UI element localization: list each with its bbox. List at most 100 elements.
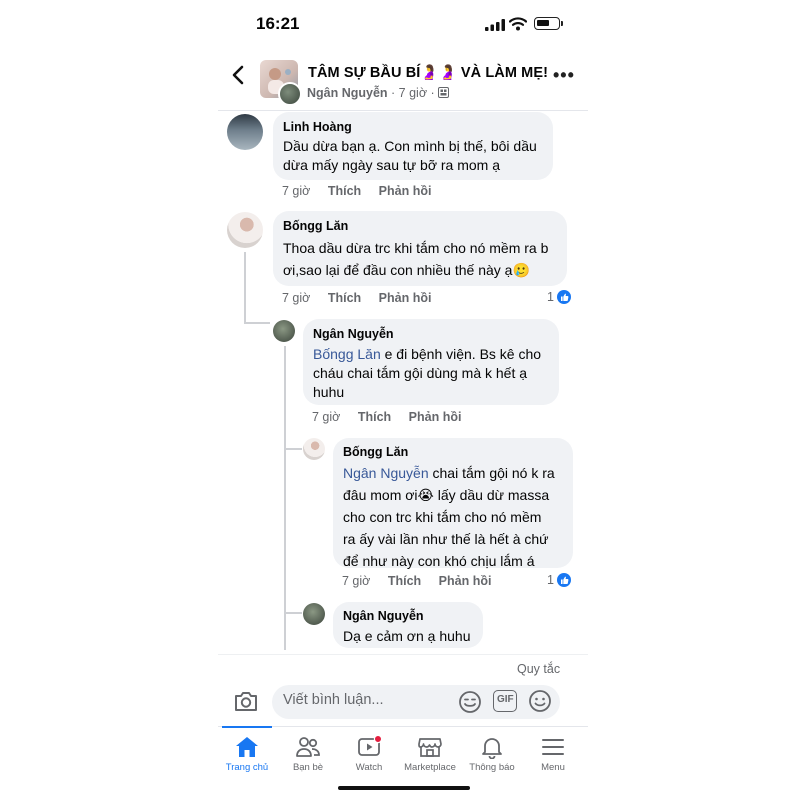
group-title[interactable]: TÂM SỰ BẦU BÍ🤰🤰 VÀ LÀM MẸ! [308,64,548,81]
sticker-icon[interactable] [458,690,482,714]
author-avatar[interactable] [278,82,302,106]
thread-line [284,346,286,650]
rules-link[interactable]: Quy tắc [517,662,560,676]
reply-button[interactable]: Phản hồi [439,574,492,588]
battery-tip [561,21,563,26]
reaction-count[interactable]: 1 [547,290,571,304]
commenter-avatar[interactable] [303,603,325,625]
friends-icon [296,737,320,757]
comment-line: Ngân Nguyễn chai tắm gội nó k ra [343,462,555,484]
wifi-icon [509,17,527,31]
reaction-number: 1 [547,290,554,304]
mention-link[interactable]: Bốngg Lăn [313,346,381,362]
commenter-name[interactable]: Ngân Nguyễn [313,327,394,341]
active-tab-indicator [222,726,272,728]
comment-line: Bốngg Lăn e đi bệnh viện. Bs kê cho [313,345,541,364]
gif-button[interactable]: GIF [493,690,517,712]
mention-link[interactable]: Ngân Nguyễn [343,465,429,481]
commenter-avatar[interactable] [227,114,263,150]
menu-icon [542,739,564,755]
like-button[interactable]: Thích [328,184,361,198]
bell-icon [482,738,502,760]
comment-line: ơi,sao lại để đầu con nhiều thế này ạ🥲 [283,262,530,278]
commenter-name[interactable]: Bốngg Lăn [343,445,408,459]
tab-marketplace[interactable]: Marketplace [397,735,463,773]
reply-button[interactable]: Phản hồi [379,291,432,305]
comment-text: Dầu dừa bạn ạ. Con mình bị thế, bôi dầu … [283,137,537,175]
comment-line: Thoa dầu dừa trc khi tắm cho nó mềm ra b [283,240,549,256]
tab-label: Bạn bè [292,762,324,773]
tab-label: Thông báo [469,762,515,773]
like-reaction-icon [556,290,571,304]
tab-label: Trang chủ [225,762,269,773]
like-button[interactable]: Thích [388,574,421,588]
commenter-name[interactable]: Linh Hoàng [283,120,352,134]
tab-home[interactable]: Trang chủ [214,735,280,773]
comment-time: 7 giờ [282,184,311,198]
comment-line-text: e đi bệnh viện. Bs kê cho [380,346,542,362]
marketplace-icon [418,738,442,757]
tab-label: Menu [541,762,565,773]
more-options-icon[interactable]: ••• [553,65,575,86]
comment-meta: 7 giờ Thích Phản hồi [282,291,431,305]
comment-meta: 7 giờ Thích Phản hồi [342,574,491,588]
comment-line: dừa mấy ngày sau tự bỡ ra mom ạ [283,157,501,173]
like-button[interactable]: Thích [328,291,361,305]
thread-line [244,252,246,324]
comment-meta: 7 giờ Thích Phản hồi [312,410,461,424]
comment-placeholder[interactable]: Viết bình luận... [283,692,384,708]
group-privacy-icon [438,87,450,98]
reaction-number: 1 [547,573,554,587]
post-subtitle: Ngân Nguyễn · 7 giờ · [307,86,450,100]
comment-time: 7 giờ [312,410,341,424]
comment-line: huhu [313,384,345,400]
comment-text: Thoa dầu dừa trc khi tắm cho nó mềm ra b… [283,237,548,281]
tab-notifications[interactable]: Thông báo [459,735,525,773]
thread-line [284,448,302,450]
comment-time: 7 giờ [282,291,311,305]
emoji-icon[interactable] [528,689,552,713]
tab-watch[interactable]: Watch [336,734,402,773]
commenter-avatar[interactable] [303,438,325,460]
tab-label: Marketplace [404,762,456,773]
content-divider [218,654,588,655]
tab-label: Watch [355,762,383,773]
signal-icon [485,19,505,31]
thread-line [284,612,302,614]
comment-text: Bốngg Lăn e đi bệnh viện. Bs kê cho cháu… [313,345,541,402]
reaction-count[interactable]: 1 [547,573,571,587]
home-indicator [338,786,470,790]
post-author[interactable]: Ngân Nguyễn [307,86,388,100]
tab-menu[interactable]: Menu [520,735,586,773]
comment-time: 7 giờ [342,574,371,588]
reply-button[interactable]: Phản hồi [409,410,462,424]
header-divider [218,110,588,111]
comment-line: cháu chai tắm gội dùng mà k hết ạ [313,365,528,381]
commenter-avatar[interactable] [273,320,295,342]
comment-line: để như này con khó chịu lắm á [343,553,535,569]
commenter-name[interactable]: Bốngg Lăn [283,219,348,233]
post-time: · 7 giờ · [387,86,439,100]
comment-line: đâu mom ơi😭 lấy dầu dừ massa [343,487,550,503]
comment-line: Dầu dừa bạn ạ. Con mình bị thế, bôi dầu [283,138,537,154]
camera-icon[interactable] [233,689,259,713]
tabbar-divider [218,726,588,727]
commenter-name[interactable]: Ngân Nguyễn [343,609,424,623]
like-reaction-icon [556,573,571,587]
comment-line: cho con trc khi tắm cho nó mềm [343,509,542,525]
watch-icon [358,734,383,756]
comment-line: ra ấy vài lần như thế là hết à chứ [343,531,549,547]
like-button[interactable]: Thích [358,410,391,424]
reply-button[interactable]: Phản hồi [379,184,432,198]
back-arrow-icon[interactable] [229,64,249,86]
comment-text: Dạ e cảm ơn ạ huhu [343,628,471,644]
comment-line-text: chai tắm gội nó k ra [428,465,555,481]
tab-friends[interactable]: Bạn bè [275,735,341,773]
battery-icon [534,17,560,30]
commenter-avatar[interactable] [227,212,263,248]
comment-text: Ngân Nguyễn chai tắm gội nó k ra đâu mom… [343,462,555,572]
status-time: 16:21 [256,14,300,33]
comment-meta: 7 giờ Thích Phản hồi [282,184,431,198]
gif-label: GIF [497,694,514,705]
thread-line [244,322,270,324]
